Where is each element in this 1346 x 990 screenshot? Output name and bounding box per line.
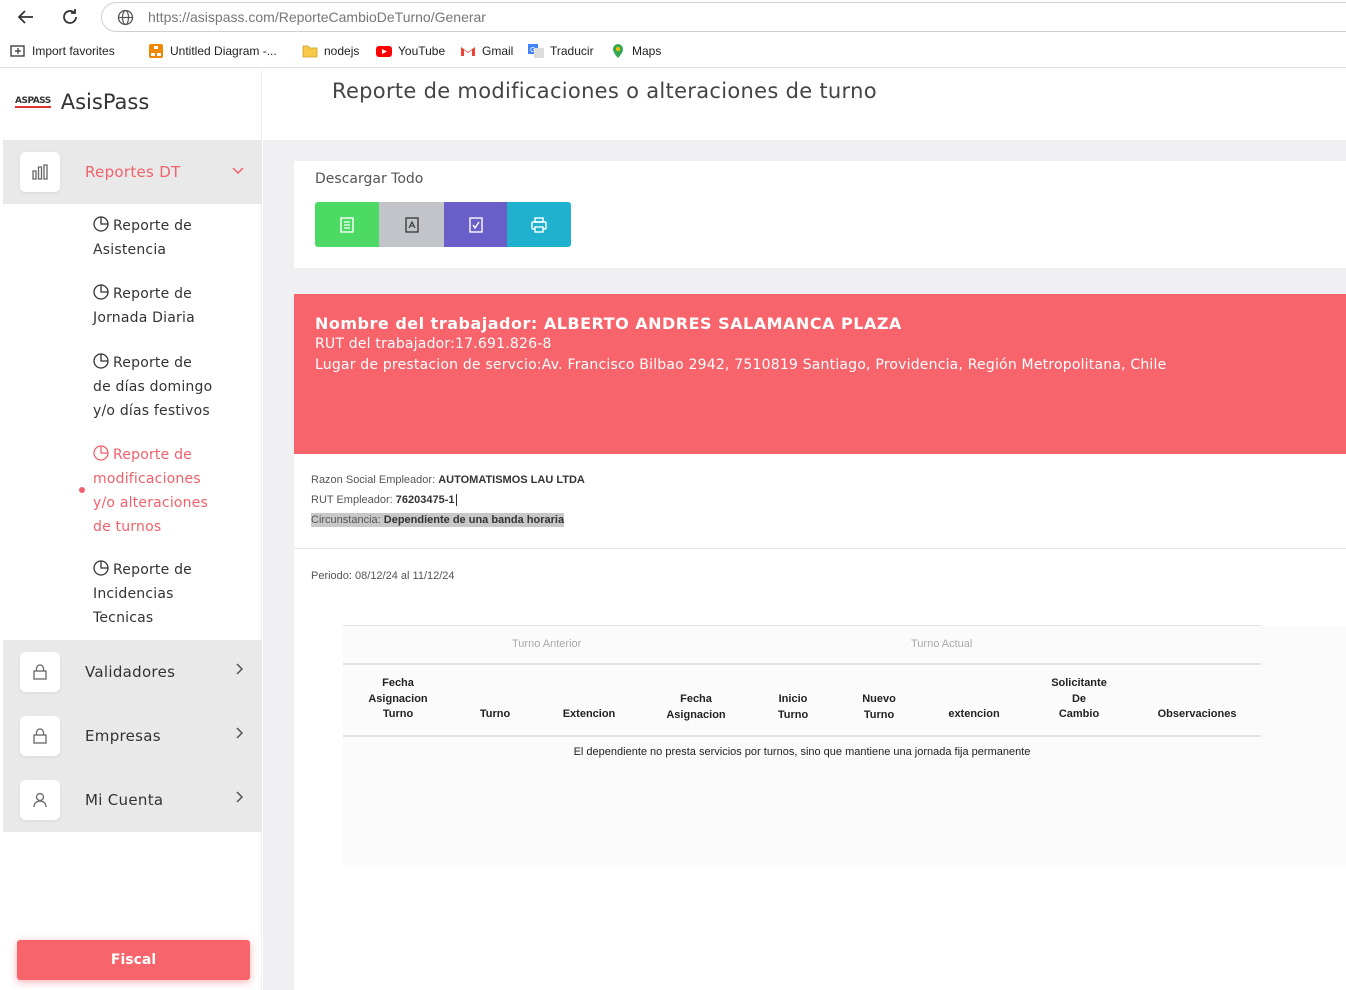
table-empty-message: El dependiente no presta servicios por t… xyxy=(573,746,1031,758)
chevron-right-icon xyxy=(236,727,244,743)
submenu-reporte-modificaciones-turnos[interactable]: Reporte de modificaciones y/o alteraciones… xyxy=(93,443,253,539)
bookmark-nodejs[interactable]: nodejs xyxy=(302,44,359,58)
fiscal-button[interactable]: Fiscal xyxy=(17,940,250,980)
youtube-icon xyxy=(376,46,392,57)
browser-toolbar: https://asispass.com/ReporteCambioDeTurn… xyxy=(0,0,1346,34)
table-top-border xyxy=(343,625,1261,626)
group-header-turno-anterior: Turno Anterior xyxy=(512,638,582,650)
col-solicitante-de-cambio[interactable]: Solicitante De Cambio xyxy=(1051,676,1107,723)
page-title: Reporte de modificaciones o alteraciones… xyxy=(332,79,877,103)
reload-icon[interactable] xyxy=(58,5,82,29)
menu-mi-cuenta-label: Mi Cuenta xyxy=(85,791,164,809)
brand-name: AsisPass xyxy=(60,90,150,114)
pie-chart-icon xyxy=(93,560,109,576)
url-text: https://asispass.com/ReporteCambioDeTurn… xyxy=(148,9,486,25)
submenu-reporte-asistencia[interactable]: Reporte de Asistencia xyxy=(93,214,253,262)
export-word-button[interactable] xyxy=(444,202,507,247)
menu-empresas[interactable]: Empresas xyxy=(3,704,262,768)
worker-name: Nombre del trabajador: ALBERTO ANDRES SA… xyxy=(315,314,902,333)
export-excel-button[interactable] xyxy=(315,202,379,247)
col-extencion[interactable]: Extencion xyxy=(563,707,616,723)
submenu-reporte-jornada-diaria[interactable]: Reporte de Jornada Diaria xyxy=(93,282,253,330)
download-card: Descargar Todo xyxy=(294,161,1346,268)
page-header: Reporte de modificaciones o alteraciones… xyxy=(263,70,1346,140)
bookmark-traducir[interactable]: G Traducir xyxy=(528,44,594,58)
lock-icon xyxy=(20,716,60,756)
employer-circunstancia: Circunstancia: Dependiente de una banda … xyxy=(311,513,565,527)
worker-info-card: Nombre del trabajador: ALBERTO ANDRES SA… xyxy=(294,294,1346,454)
bookmarks-bar: Import favorites Untitled Diagram -... n… xyxy=(0,36,1346,68)
active-indicator-dot xyxy=(79,487,85,493)
pie-chart-icon xyxy=(93,284,109,300)
shift-change-table: Turno Anterior Turno Actual Fecha Asignac… xyxy=(343,625,1346,867)
group-header-turno-actual: Turno Actual xyxy=(911,638,973,650)
employer-razon-social: Razon Social Empleador: AUTOMATISMOS LAU… xyxy=(311,474,585,486)
menu-validadores[interactable]: Validadores xyxy=(3,640,262,704)
bookmark-import-favorites[interactable]: Import favorites xyxy=(10,44,115,58)
excel-file-icon xyxy=(340,216,354,233)
menu-validadores-label: Validadores xyxy=(85,663,176,681)
worker-rut: RUT del trabajador:17.691.826-8 xyxy=(315,336,552,352)
worker-place: Lugar de prestacion de servcio:Av. Franc… xyxy=(315,357,1167,373)
translate-icon: G xyxy=(528,44,544,58)
col-turno[interactable]: Turno xyxy=(480,707,510,723)
periodo: Periodo: 08/12/24 al 11/12/24 xyxy=(311,570,455,582)
chevron-right-icon xyxy=(236,663,244,679)
print-button[interactable] xyxy=(507,202,571,247)
col-fecha-asignacion[interactable]: Fecha Asignacion xyxy=(666,692,725,723)
chevron-down-icon xyxy=(232,163,244,179)
menu-mi-cuenta[interactable]: Mi Cuenta xyxy=(3,768,262,832)
globe-icon xyxy=(117,9,134,26)
report-card: Razon Social Empleador: AUTOMATISMOS LAU… xyxy=(294,454,1346,990)
chevron-right-icon xyxy=(236,791,244,807)
table-header-divider xyxy=(343,663,1261,665)
lock-icon xyxy=(20,652,60,692)
employer-rut: RUT Empleador: 76203475-1 xyxy=(311,494,460,506)
user-icon xyxy=(20,780,60,820)
menu-reportes-dt[interactable]: Reportes DT xyxy=(3,140,262,204)
table-body-divider xyxy=(343,735,1261,737)
word-file-icon xyxy=(468,216,483,233)
col-inicio-turno[interactable]: Inicio Turno xyxy=(778,692,808,723)
bookmark-gmail[interactable]: Gmail xyxy=(460,44,513,58)
export-pdf-button[interactable] xyxy=(379,202,444,247)
brand-mark: ASPASS xyxy=(15,96,51,108)
submenu-reporte-incidencias-tecnicas[interactable]: Reporte de Incidencias Tecnicas xyxy=(93,558,253,630)
pie-chart-icon xyxy=(93,216,109,232)
pie-chart-icon xyxy=(93,445,109,461)
bookmark-youtube[interactable]: YouTube xyxy=(376,44,445,58)
import-icon xyxy=(10,45,25,57)
pie-chart-icon xyxy=(93,353,109,369)
printer-icon xyxy=(531,216,547,233)
folder-icon xyxy=(302,45,318,58)
sidebar: ASPASS AsisPass Reportes DT Reporte de As… xyxy=(3,70,262,990)
bar-chart-icon xyxy=(20,152,60,192)
col-fecha-asignacion-turno[interactable]: Fecha Asignacion Turno xyxy=(368,676,427,723)
drawio-icon xyxy=(149,44,163,58)
menu-empresas-label: Empresas xyxy=(85,727,161,745)
bookmark-untitled-diagram[interactable]: Untitled Diagram -... xyxy=(148,44,277,58)
svg-text:G: G xyxy=(530,46,535,54)
pdf-file-icon xyxy=(404,216,419,233)
col-extencion-actual[interactable]: extencion xyxy=(948,707,999,723)
col-nuevo-turno[interactable]: Nuevo Turno xyxy=(862,692,896,723)
maps-pin-icon xyxy=(613,44,623,58)
bookmark-maps[interactable]: Maps xyxy=(610,44,661,58)
address-bar[interactable]: https://asispass.com/ReporteCambioDeTurn… xyxy=(101,2,1346,32)
col-observaciones[interactable]: Observaciones xyxy=(1158,707,1237,723)
submenu-reporte-domingo-festivos[interactable]: Reporte de de días domingo y/o días festiv… xyxy=(93,351,253,423)
divider xyxy=(294,548,1346,549)
gmail-icon xyxy=(461,47,475,56)
brand-logo[interactable]: ASPASS AsisPass xyxy=(15,90,149,114)
back-arrow-icon[interactable] xyxy=(14,5,38,29)
menu-reportes-dt-label: Reportes DT xyxy=(85,163,181,181)
main-content: Reporte de modificaciones o alteraciones… xyxy=(263,70,1346,990)
download-all-label: Descargar Todo xyxy=(315,171,424,187)
